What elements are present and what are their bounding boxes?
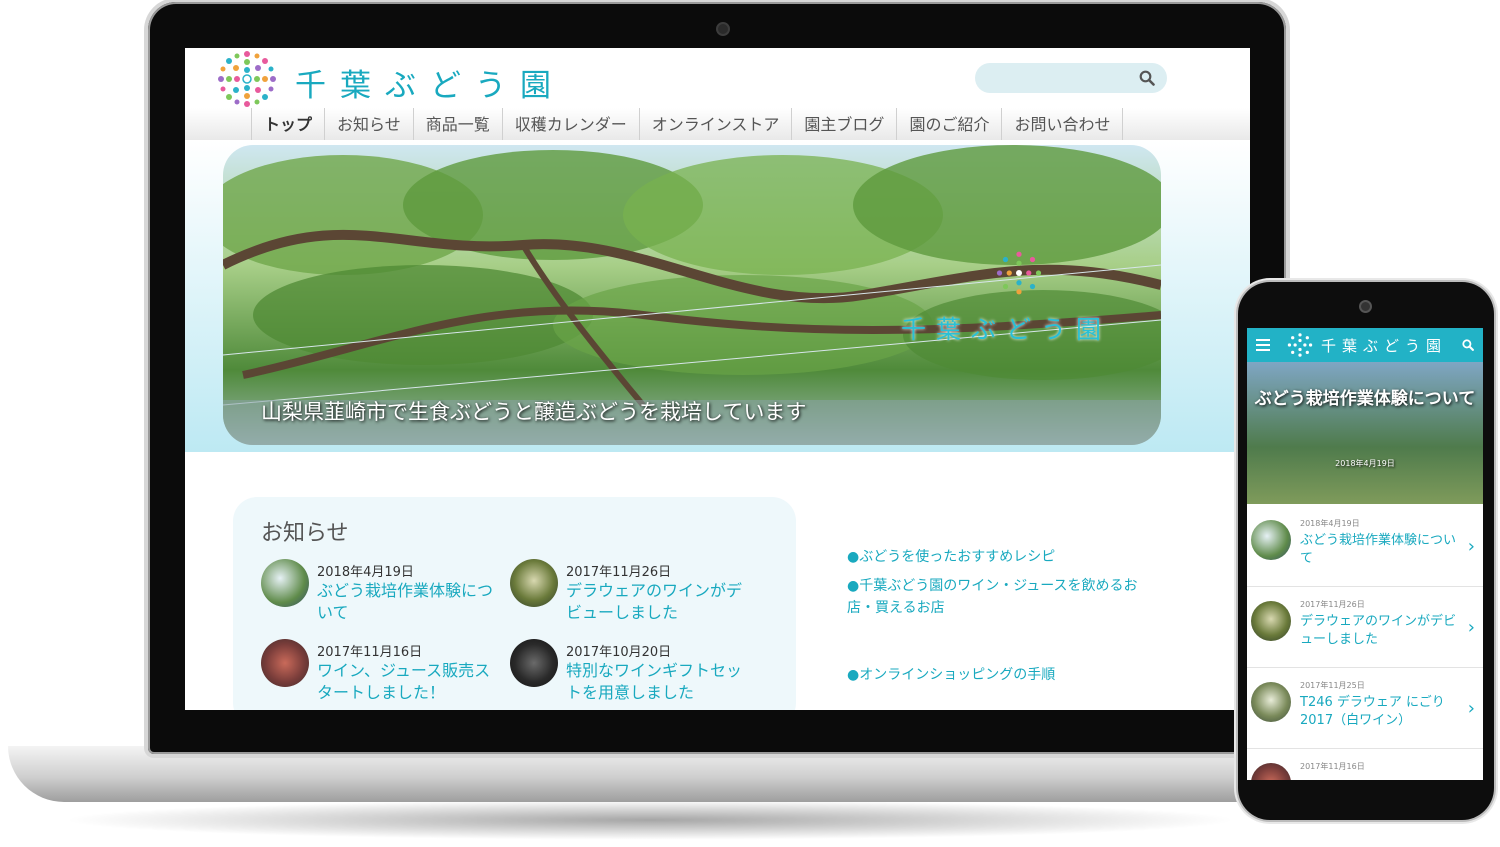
nav-item-contact[interactable]: お問い合わせ xyxy=(1002,108,1124,140)
mobile-post-thumbnail[interactable] xyxy=(1251,601,1291,641)
laptop-camera xyxy=(716,22,730,36)
logo[interactable] xyxy=(215,48,279,114)
news-title-link[interactable]: デラウェアのワインがデビューしました xyxy=(566,580,751,624)
mobile-post-item[interactable]: 2017年11月26日 デラウェアのワインがデビューしました › xyxy=(1247,587,1483,668)
mobile-post-date: 2017年11月25日 xyxy=(1300,681,1365,690)
mobile-header: 千葉ぶどう園 xyxy=(1247,328,1483,362)
mobile-post-date: 2017年11月16日 xyxy=(1300,762,1365,771)
mobile-post-list: 2018年4月19日 ぶどう栽培作業体験について › 2017年11月26日 デ… xyxy=(1247,506,1483,780)
side-links: ●ぶどうを使ったおすすめレシピ ●千葉ぶどう園のワイン・ジュースを飲めるお店・買… xyxy=(847,546,1157,686)
site-title[interactable]: 千葉ぶどう園 xyxy=(295,60,565,105)
news-title-link[interactable]: ワイン、ジュース販売スタートしました！ xyxy=(317,660,502,704)
news-date: 2018年4月19日 xyxy=(317,565,414,580)
nav-item-top[interactable]: トップ xyxy=(251,108,326,140)
mobile-post-item[interactable]: 2017年11月25日 T246 デラウェア にごり 2017（白ワイン） › xyxy=(1247,668,1483,749)
mobile-hero-date: 2018年4月19日 xyxy=(1335,459,1395,468)
site-header: 千葉ぶどう園 xyxy=(185,48,1250,108)
news-thumbnail[interactable] xyxy=(261,639,309,687)
mobile-post-thumbnail[interactable] xyxy=(1251,763,1291,780)
news-title-link[interactable]: 特別なワインギフトセットを用意しました xyxy=(566,660,751,704)
news-date: 2017年11月26日 xyxy=(566,565,672,580)
mobile-post-thumbnail[interactable] xyxy=(1251,682,1291,722)
desktop-website: 千葉ぶどう園 トップ お知らせ 商品一覧 収穫カレンダー オンラインストア 園主… xyxy=(185,48,1250,710)
hero-banner: 千葉ぶどう園 山梨県韮崎市で生食ぶどうと醸造ぶどうを栽培しています xyxy=(223,145,1161,445)
mobile-hero-slide[interactable]: ぶどう栽培作業体験について 2018年4月19日 xyxy=(1247,362,1483,504)
main-nav: トップ お知らせ 商品一覧 収穫カレンダー オンラインストア 園主ブログ 園のご… xyxy=(185,108,1250,141)
search-icon[interactable] xyxy=(1139,70,1155,86)
link-shops[interactable]: ●千葉ぶどう園のワイン・ジュースを飲めるお店・買えるお店 xyxy=(847,575,1157,619)
mobile-post-date: 2017年11月26日 xyxy=(1300,600,1365,609)
news-section: お知らせ 2018年4月19日 ぶどう栽培作業体験について 2017年11月26… xyxy=(233,497,796,710)
mobile-website: 千葉ぶどう園 ぶどう栽培作業体験について 2018年4月19日 2018年4月1… xyxy=(1247,328,1483,780)
nav-item-news[interactable]: お知らせ xyxy=(325,108,414,140)
grape-flower-logo-icon xyxy=(218,51,276,107)
search-input[interactable] xyxy=(975,63,1167,93)
nav-item-online-store[interactable]: オンラインストア xyxy=(640,108,793,140)
laptop-base xyxy=(8,746,1298,802)
chevron-right-icon[interactable]: › xyxy=(1468,536,1475,557)
mobile-post-date: 2018年4月19日 xyxy=(1300,519,1360,528)
news-date: 2017年11月16日 xyxy=(317,645,423,660)
mobile-post-thumbnail[interactable] xyxy=(1251,520,1291,560)
mobile-post-item[interactable]: 2017年11月16日 xyxy=(1247,749,1483,780)
mobile-site-title[interactable]: 千葉ぶどう園 xyxy=(1321,335,1447,356)
news-heading: お知らせ xyxy=(261,521,349,546)
phone-camera xyxy=(1359,300,1372,313)
chevron-right-icon[interactable]: › xyxy=(1468,698,1475,719)
mobile-hero-title[interactable]: ぶどう栽培作業体験について xyxy=(1253,386,1477,412)
nav-item-blog[interactable]: 園主ブログ xyxy=(792,108,898,140)
news-date: 2017年10月20日 xyxy=(566,645,672,660)
nav-item-harvest-calendar[interactable]: 収穫カレンダー xyxy=(503,108,640,140)
mobile-post-title[interactable]: T246 デラウェア にごり 2017（白ワイン） xyxy=(1300,694,1458,730)
nav-item-products[interactable]: 商品一覧 xyxy=(414,108,503,140)
news-thumbnail[interactable] xyxy=(510,639,558,687)
mobile-search-icon[interactable] xyxy=(1462,339,1474,351)
mobile-post-title[interactable]: デラウェアのワインがデビューしました xyxy=(1300,613,1458,649)
link-recipes[interactable]: ●ぶどうを使ったおすすめレシピ xyxy=(847,546,1157,568)
news-thumbnail[interactable] xyxy=(261,559,309,607)
chevron-right-icon[interactable]: › xyxy=(1468,617,1475,638)
mobile-logo-icon xyxy=(1287,333,1313,357)
news-title-link[interactable]: ぶどう栽培作業体験について xyxy=(317,580,502,624)
hero-logo-icon xyxy=(996,251,1042,295)
link-shopping-guide[interactable]: ●オンラインショッピングの手順 xyxy=(847,664,1157,686)
nav-item-about[interactable]: 園のご紹介 xyxy=(897,108,1003,140)
mobile-post-title[interactable]: ぶどう栽培作業体験について xyxy=(1300,532,1458,568)
laptop-shadow xyxy=(60,800,1240,840)
news-thumbnail[interactable] xyxy=(510,559,558,607)
hero-caption: 山梨県韮崎市で生食ぶどうと醸造ぶどうを栽培しています xyxy=(261,400,807,424)
hamburger-menu-icon[interactable] xyxy=(1256,339,1270,351)
hero-logo-text: 千葉ぶどう園 xyxy=(901,315,1112,344)
mobile-post-item[interactable]: 2018年4月19日 ぶどう栽培作業体験について › xyxy=(1247,506,1483,587)
